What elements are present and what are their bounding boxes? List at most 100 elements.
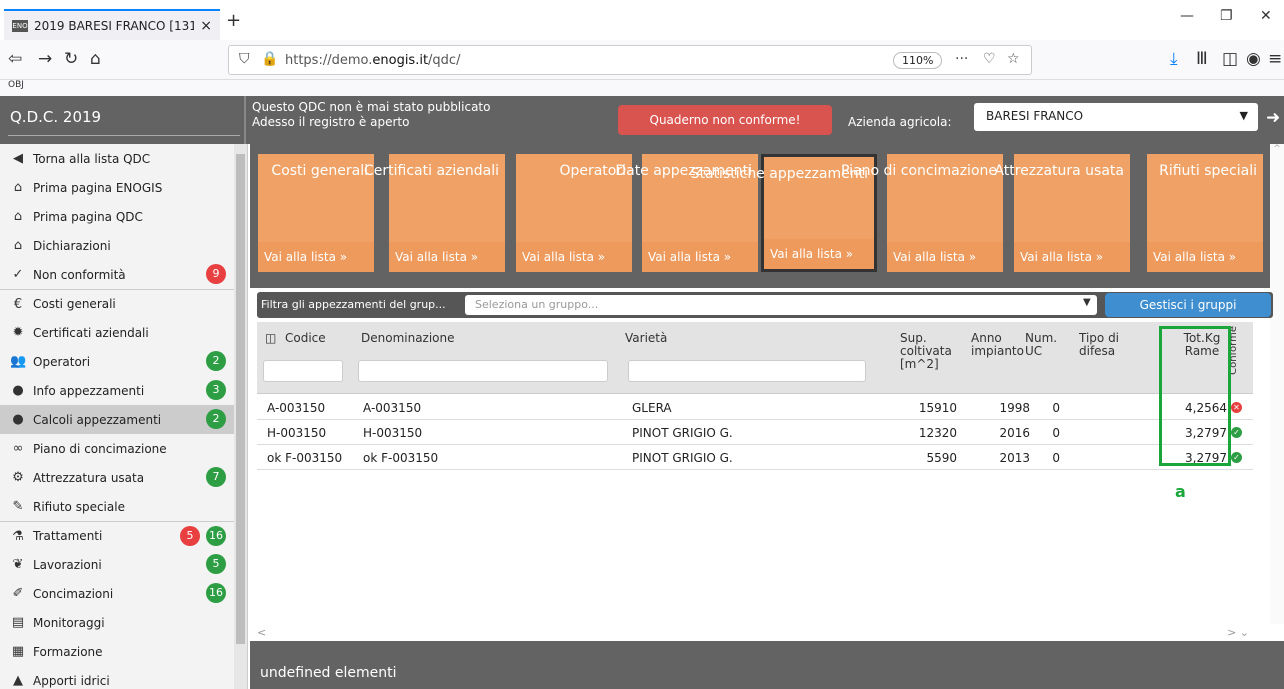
horizontal-scrollbar[interactable]: < > ⌄ <box>257 626 1253 640</box>
sidebar-item[interactable]: € Costi generali <box>0 289 247 318</box>
group-select[interactable]: Seleziona un gruppo... <box>465 295 1097 315</box>
header-denominazione[interactable]: Denominazione <box>361 332 455 345</box>
home-icon: ⌂ <box>13 209 23 224</box>
home-icon[interactable]: ⌂ <box>90 49 101 69</box>
non-compliance-button[interactable]: Quaderno non conforme! <box>618 105 832 135</box>
library-icon[interactable]: Ⅲ <box>1196 49 1208 69</box>
sidebar-item[interactable]: ✐ Concimazioni 16 <box>0 579 247 608</box>
browser-tab[interactable]: ENO 2019 BARESI FRANCO [13195] - × <box>4 9 220 40</box>
sidebar-scrollbar[interactable] <box>234 144 247 689</box>
tile-certificati-aziendali[interactable]: Certificati aziendali Vai alla lista » <box>364 154 505 272</box>
tile-attrezzatura-usata[interactable]: Attrezzatura usata Vai alla lista » <box>994 154 1130 272</box>
sidebar-item-label: Prima pagina ENOGIS <box>33 180 163 195</box>
header-tipo-difesa[interactable]: Tipo di difesa <box>1079 332 1129 358</box>
close-window-icon[interactable]: ✕ <box>1260 8 1272 24</box>
chevrons-right-icon: » <box>964 250 977 264</box>
tile-piano-di-concimazione[interactable]: Piano di concimazione Vai alla lista » <box>841 154 1003 272</box>
back-icon[interactable]: ⇦ <box>8 49 22 69</box>
sidebar-item[interactable]: ⌂ Prima pagina ENOGIS <box>0 173 247 202</box>
sidebar-item[interactable]: ● Calcoli appezzamenti 2 <box>0 405 247 434</box>
columns-icon[interactable]: ◫ <box>265 332 276 345</box>
chevrons-right-icon: » <box>841 247 854 261</box>
tile-link[interactable]: Vai alla lista » <box>516 242 632 272</box>
account-icon[interactable]: ◉ <box>1246 49 1261 69</box>
sidebar-item-label: Operatori <box>33 354 91 369</box>
header-varieta[interactable]: Varietà <box>625 332 667 345</box>
bookmark-item[interactable]: OBJ <box>8 80 24 90</box>
sidebar-item[interactable]: ▲ Apporti idrici <box>0 666 247 689</box>
download-icon[interactable]: ⤓ <box>1170 49 1178 69</box>
sidebar-item[interactable]: ▤ Monitoraggi <box>0 608 247 637</box>
url-bar[interactable]: ⛉ 🔒 https://demo.enogis.it/qdc/ 110% ···… <box>228 45 1032 75</box>
euro-icon: € <box>13 296 23 312</box>
tile-link[interactable]: Vai alla lista » <box>642 242 758 272</box>
sidebar-item-label: Calcoli appezzamenti <box>33 412 162 427</box>
menu-icon[interactable]: ≡ <box>1268 49 1282 69</box>
filter-varieta-input[interactable] <box>628 360 866 382</box>
table-row[interactable]: ok F-003150 ok F-003150 PINOT GRIGIO G. 559… <box>257 445 1253 470</box>
sidebar-item[interactable]: 👥 Operatori 2 <box>0 347 247 376</box>
sidebar-item-label: Concimazioni <box>33 586 114 601</box>
brush-icon: ✐ <box>12 586 24 601</box>
count-badge: 16 <box>206 526 226 546</box>
sidebar-item[interactable]: ✹ Certificati aziendali <box>0 318 247 347</box>
filter-label: Filtra gli appezzamenti del grup... <box>261 298 446 311</box>
header-anno[interactable]: Anno impianto <box>971 332 1024 358</box>
forward-icon[interactable]: → <box>38 49 52 69</box>
tile-link[interactable]: Vai alla lista » <box>258 242 374 272</box>
filter-denominazione-input[interactable] <box>358 360 608 382</box>
tile-link[interactable]: Vai alla lista » <box>389 242 505 272</box>
logout-icon[interactable]: ➜ <box>1266 108 1280 128</box>
cell-num: 0 <box>1052 426 1060 440</box>
sidebar-item[interactable]: ⚗ Trattamenti 5 16 <box>0 521 247 550</box>
drop-icon: ▲ <box>13 673 23 688</box>
tile-strip: Costi generali Vai alla lista » Certificat… <box>250 144 1284 288</box>
sidebar-item[interactable]: ✓ Non conformità 9 <box>0 260 247 289</box>
home-icon: ⌂ <box>13 180 23 195</box>
manage-groups-button[interactable]: Gestisci i gruppi <box>1105 293 1271 317</box>
tile-link[interactable]: Vai alla lista » <box>1147 242 1263 272</box>
new-tab-button[interactable]: + <box>226 10 241 31</box>
tile-link[interactable]: Vai alla lista » <box>887 242 1003 272</box>
sidebar-item[interactable]: ∞ Piano di concimazione <box>0 434 247 463</box>
tile-title: Rifiuti speciali <box>1159 163 1257 179</box>
sidebar-item[interactable]: ⌂ Prima pagina QDC <box>0 202 247 231</box>
annotation-label: a <box>1175 482 1186 501</box>
sidebar-icon[interactable]: ◫ <box>1222 49 1238 69</box>
count-badge: 5 <box>206 554 226 574</box>
tile-title: Piano di concimazione <box>841 163 997 179</box>
header-num-uc[interactable]: Num. UC <box>1025 332 1057 358</box>
restore-icon[interactable]: ❐ <box>1220 8 1233 24</box>
table-row[interactable]: H-003150 H-003150 PINOT GRIGIO G. 12320 2016… <box>257 420 1253 445</box>
sidebar-item[interactable]: ⚙ Attrezzatura usata 7 <box>0 463 247 492</box>
header-codice[interactable]: Codice <box>285 332 326 345</box>
azienda-select[interactable]: BARESI FRANCO ▼ <box>974 103 1258 131</box>
tile-link[interactable]: Vai alla lista » <box>764 239 874 269</box>
count-badge: 2 <box>206 409 226 429</box>
tile-link[interactable]: Vai alla lista » <box>1014 242 1130 272</box>
cell-sup: 15910 <box>918 401 957 415</box>
main-scrollbar[interactable]: ^ <box>1270 144 1284 624</box>
minimize-icon[interactable]: — <box>1180 8 1194 24</box>
sidebar-item[interactable]: ❦ Lavorazioni 5 <box>0 550 247 579</box>
sidebar-item[interactable]: ● Info appezzamenti 3 <box>0 376 247 405</box>
reload-icon[interactable]: ↻ <box>64 49 78 69</box>
filter-codice-input[interactable] <box>263 360 343 382</box>
building-icon: ▤ <box>11 615 25 630</box>
header-superficie[interactable]: Sup. coltivata [m^2] <box>900 332 960 371</box>
star-icon[interactable]: ☆ <box>1007 51 1020 67</box>
close-tab-icon[interactable]: × <box>200 18 212 34</box>
footer-count: undefined elementi <box>250 641 1284 689</box>
pocket-icon[interactable]: ♡ <box>983 51 996 67</box>
sidebar-item[interactable]: ✎ Rifiuto speciale <box>0 492 247 521</box>
more-icon[interactable]: ··· <box>955 51 968 67</box>
sidebar-item[interactable]: ⌂ Dichiarazioni <box>0 231 247 260</box>
sidebar-scroll-thumb[interactable] <box>236 154 245 644</box>
tile-rifiuti-speciali[interactable]: Rifiuti speciali Vai alla lista » <box>1147 154 1263 272</box>
table-row[interactable]: A-003150 A-003150 GLERA 15910 1998 0 4,2564 ✕ <box>257 395 1253 420</box>
sidebar-item[interactable]: ▦ Formazione <box>0 637 247 666</box>
zoom-level[interactable]: 110% <box>893 52 943 69</box>
sidebar-item[interactable]: ◀ Torna alla lista QDC <box>0 144 247 173</box>
shield-icon[interactable]: ⛉ <box>239 51 250 67</box>
tile-costi-generali[interactable]: Costi generali Vai alla lista » <box>258 154 374 272</box>
